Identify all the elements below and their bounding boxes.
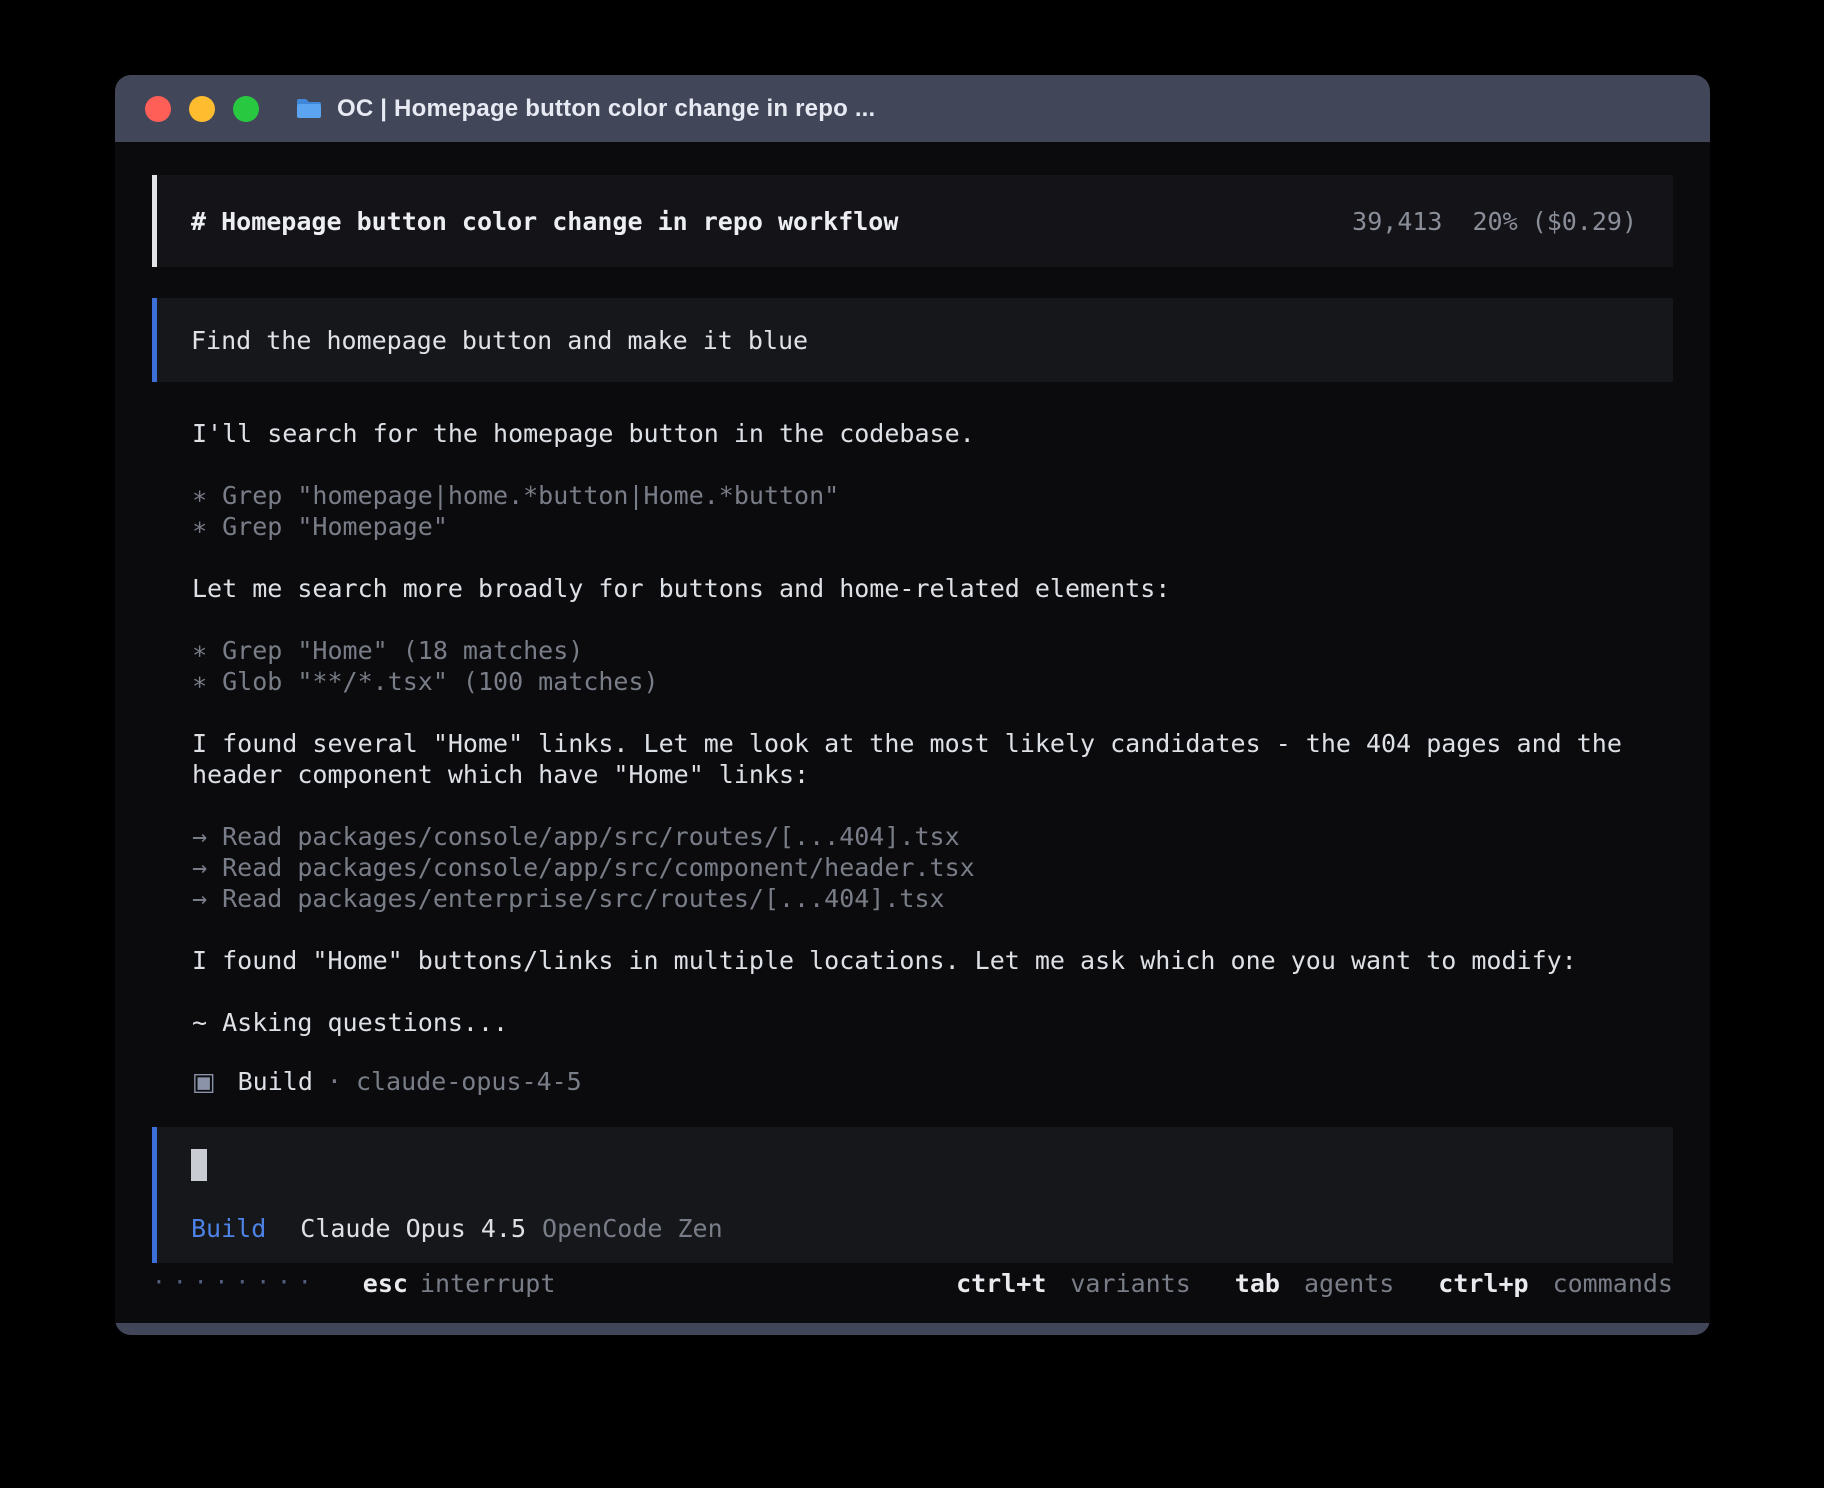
spinner-dots: ········ [152, 1268, 319, 1299]
agent-model: claude-opus-4-5 [356, 1067, 582, 1096]
window-bottom-chrome [115, 1323, 1710, 1335]
esc-label: interrupt [420, 1268, 555, 1299]
minimize-button[interactable] [189, 96, 215, 122]
window-title: OC | Homepage button color change in rep… [337, 95, 875, 123]
folder-icon [295, 97, 323, 120]
window-controls [145, 96, 259, 122]
title-group: OC | Homepage button color change in rep… [295, 95, 875, 123]
assistant-text: Let me search more broadly for buttons a… [192, 573, 1673, 604]
context-percent: 20% [1472, 207, 1517, 236]
transcript-gap [192, 449, 1673, 480]
assistant-text: I found several "Home" links. Let me loo… [192, 728, 1673, 790]
transcript-gap [192, 542, 1673, 573]
tool-call-read: → Read packages/enterprise/src/routes/[.… [192, 883, 1673, 914]
hint-agents: tab agents [1235, 1268, 1394, 1299]
transcript-gap [192, 976, 1673, 1007]
transcript: I'll search for the homepage button in t… [152, 418, 1673, 1038]
tool-call-grep: ∗ Grep "homepage|home.*button|Home.*butt… [192, 480, 1673, 511]
agent-icon: ▣ [192, 1067, 216, 1096]
tool-call-read: → Read packages/console/app/src/routes/[… [192, 821, 1673, 852]
zoom-button[interactable] [233, 96, 259, 122]
session-title: # Homepage button color change in repo w… [191, 207, 898, 236]
close-button[interactable] [145, 96, 171, 122]
tool-call-read: → Read packages/console/app/src/componen… [192, 852, 1673, 883]
input-model-label[interactable]: Claude Opus 4.5 [300, 1214, 526, 1243]
transcript-gap [192, 604, 1673, 635]
input-meta: Build Claude Opus 4.5 OpenCode Zen [191, 1214, 1639, 1243]
user-message-text: Find the homepage button and make it blu… [191, 326, 808, 355]
input-mode-label[interactable]: Build [191, 1214, 266, 1243]
agent-name: Build [238, 1067, 313, 1096]
agent-separator: · [327, 1067, 342, 1096]
terminal-window: OC | Homepage button color change in rep… [115, 75, 1710, 1335]
hint-commands: ctrl+p commands [1438, 1268, 1673, 1299]
prompt-input[interactable]: Build Claude Opus 4.5 OpenCode Zen [152, 1127, 1673, 1263]
hint-key: ctrl+t [956, 1269, 1046, 1298]
transcript-gap [192, 790, 1673, 821]
statusbar-hints: ctrl+t variants tab agents ctrl+p commands [956, 1268, 1673, 1299]
token-count: 39,413 [1352, 207, 1442, 236]
window-titlebar[interactable]: OC | Homepage button color change in rep… [115, 75, 1710, 142]
transcript-gap [192, 914, 1673, 945]
esc-key: esc [363, 1268, 408, 1299]
hint-label: commands [1553, 1269, 1673, 1298]
input-provider-label: OpenCode Zen [542, 1214, 723, 1243]
hint-key: tab [1235, 1269, 1280, 1298]
session-header: # Homepage button color change in repo w… [152, 175, 1673, 267]
assistant-status: ~ Asking questions... [192, 1007, 1673, 1038]
status-bar: ········ esc interrupt ctrl+t variants tab… [152, 1268, 1673, 1323]
tool-call-glob: ∗ Glob "**/*.tsx" (100 matches) [192, 666, 1673, 697]
hint-label: variants [1070, 1269, 1190, 1298]
statusbar-left: ········ esc interrupt [152, 1268, 555, 1299]
hint-label: agents [1304, 1269, 1394, 1298]
assistant-text: I'll search for the homepage button in t… [192, 418, 1673, 449]
transcript-gap [192, 697, 1673, 728]
tool-call-grep: ∗ Grep "Home" (18 matches) [192, 635, 1673, 666]
text-cursor [191, 1149, 207, 1181]
session-stats: 39,413 20% ($0.29) [1352, 207, 1637, 236]
hint-variants: ctrl+t variants [956, 1268, 1191, 1299]
tool-call-grep: ∗ Grep "Homepage" [192, 511, 1673, 542]
session-cost: ($0.29) [1532, 207, 1637, 236]
agent-status-line: ▣ Build · claude-opus-4-5 [152, 1066, 1673, 1097]
assistant-text: I found "Home" buttons/links in multiple… [192, 945, 1673, 976]
user-message: Find the homepage button and make it blu… [152, 298, 1673, 382]
terminal-content: # Homepage button color change in repo w… [115, 142, 1710, 1323]
hint-key: ctrl+p [1438, 1269, 1528, 1298]
